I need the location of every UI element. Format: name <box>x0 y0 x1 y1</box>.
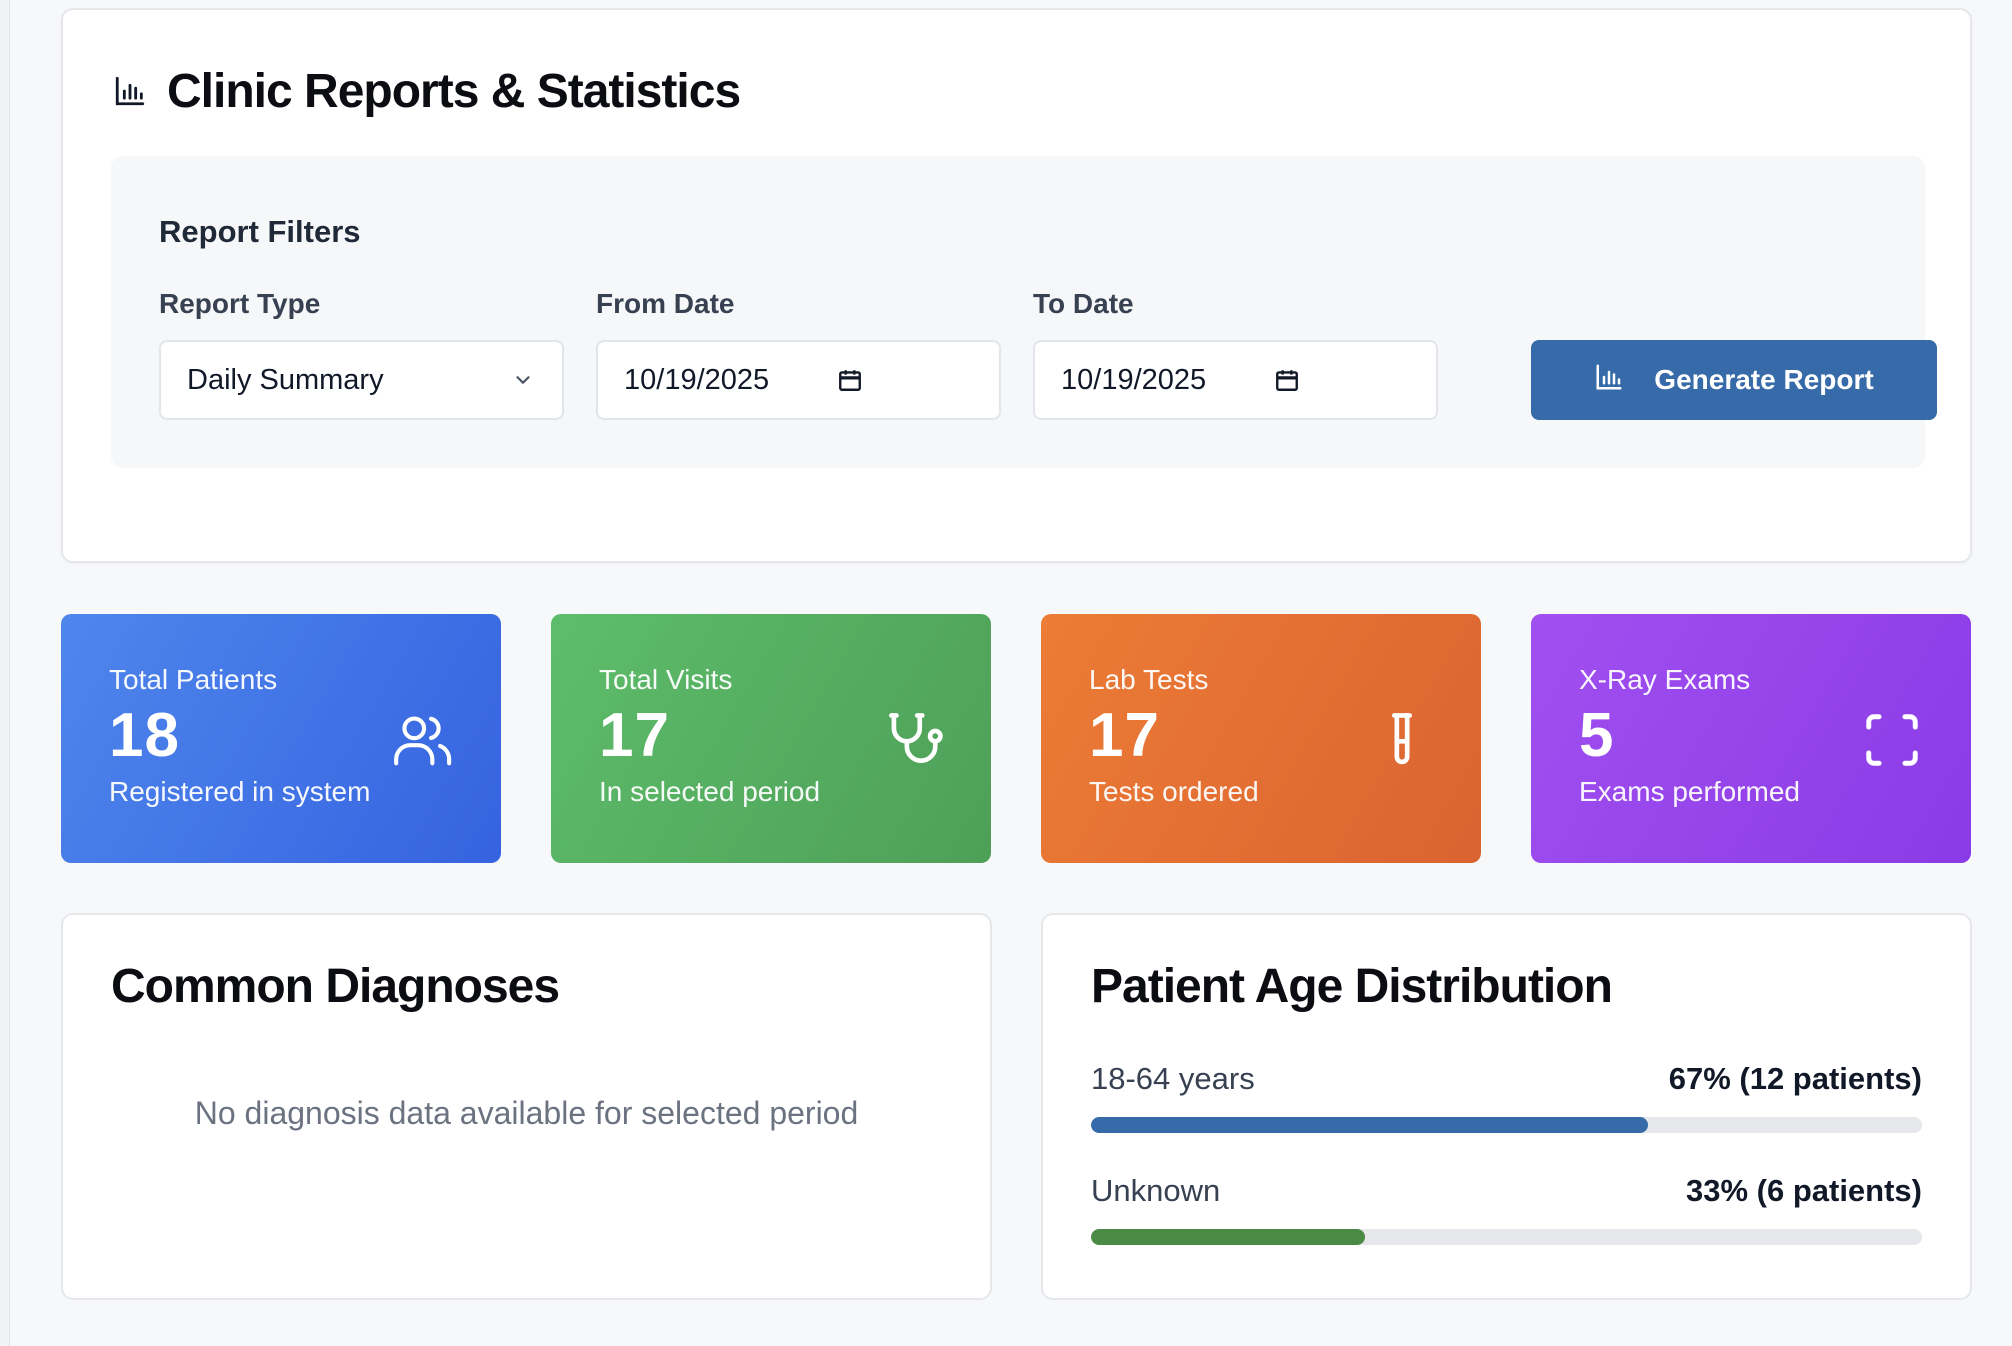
reports-page: Clinic Reports & Statistics Report Filte… <box>0 0 2012 1346</box>
stat-card-total-visits: Total Visits 17 In selected period <box>551 614 991 863</box>
age-row: 18-64 years 67% (12 patients) <box>1091 1061 1922 1133</box>
stat-label: Total Patients <box>109 664 278 695</box>
stat-subtitle: Registered in system <box>109 776 371 807</box>
users-icon <box>391 709 453 776</box>
panel-title: Patient Age Distribution <box>1091 960 1613 1013</box>
from-date-label: From Date <box>596 288 735 319</box>
page-title-row: Clinic Reports & Statistics <box>113 56 741 126</box>
stat-subtitle: Tests ordered <box>1089 776 1259 807</box>
bar-chart-icon <box>1594 362 1624 399</box>
reports-header-card: Clinic Reports & Statistics Report Filte… <box>61 8 1972 563</box>
to-date-label: To Date <box>1033 288 1134 319</box>
stat-value: 5 <box>1579 701 1615 770</box>
age-row-value: 33% (6 patients) <box>1685 1173 1922 1208</box>
stat-value: 17 <box>1089 701 1160 770</box>
sidebar-edge <box>0 0 10 1346</box>
age-row-label: 18-64 years <box>1091 1061 1255 1096</box>
stat-label: Lab Tests <box>1089 664 1209 695</box>
page-title: Clinic Reports & Statistics <box>167 64 741 118</box>
age-row-label: Unknown <box>1091 1173 1221 1208</box>
stat-subtitle: Exams performed <box>1579 776 1800 807</box>
from-date-input[interactable]: 10/19/2025 <box>596 340 1001 420</box>
stat-subtitle: In selected period <box>599 776 821 807</box>
panel-title: Common Diagnoses <box>111 960 560 1013</box>
stat-card-xray-exams: X-Ray Exams 5 Exams performed <box>1531 614 1971 863</box>
bar-chart-icon <box>113 74 147 108</box>
stat-card-total-patients: Total Patients 18 Registered in system <box>61 614 501 863</box>
from-date-value: 10/19/2025 <box>624 363 770 396</box>
generate-report-label: Generate Report <box>1654 364 1874 395</box>
report-filters-panel: Report Filters Report Type Daily Summary… <box>111 156 1937 468</box>
report-type-value: Daily Summary <box>187 363 384 396</box>
progress-track <box>1091 1229 1922 1245</box>
progress-fill <box>1091 1229 1366 1245</box>
stat-card-lab-tests: Lab Tests 17 Tests ordered <box>1041 614 1481 863</box>
progress-track <box>1091 1117 1922 1133</box>
test-tube-icon <box>1371 709 1433 776</box>
generate-report-button[interactable]: Generate Report <box>1531 340 1937 420</box>
filters-title: Report Filters <box>159 214 361 249</box>
calendar-icon[interactable] <box>837 367 863 393</box>
age-row: Unknown 33% (6 patients) <box>1091 1173 1922 1245</box>
chevron-down-icon <box>512 369 534 391</box>
stat-label: Total Visits <box>599 664 733 695</box>
stat-value: 17 <box>599 701 670 770</box>
scan-icon <box>1861 709 1923 776</box>
stat-label: X-Ray Exams <box>1579 664 1751 695</box>
age-row-value: 67% (12 patients) <box>1668 1061 1922 1096</box>
empty-state-message: No diagnosis data available for selected… <box>194 1095 859 1131</box>
to-date-input[interactable]: 10/19/2025 <box>1033 340 1438 420</box>
common-diagnoses-panel: Common Diagnoses No diagnosis data avail… <box>61 913 992 1300</box>
stethoscope-icon <box>881 709 943 776</box>
progress-fill <box>1091 1117 1648 1133</box>
calendar-icon[interactable] <box>1274 367 1300 393</box>
age-distribution-panel: Patient Age Distribution 18-64 years 67%… <box>1041 913 1972 1300</box>
report-type-label: Report Type <box>159 288 321 319</box>
report-type-select[interactable]: Daily Summary <box>159 340 564 420</box>
to-date-value: 10/19/2025 <box>1061 363 1207 396</box>
stat-value: 18 <box>109 701 180 770</box>
